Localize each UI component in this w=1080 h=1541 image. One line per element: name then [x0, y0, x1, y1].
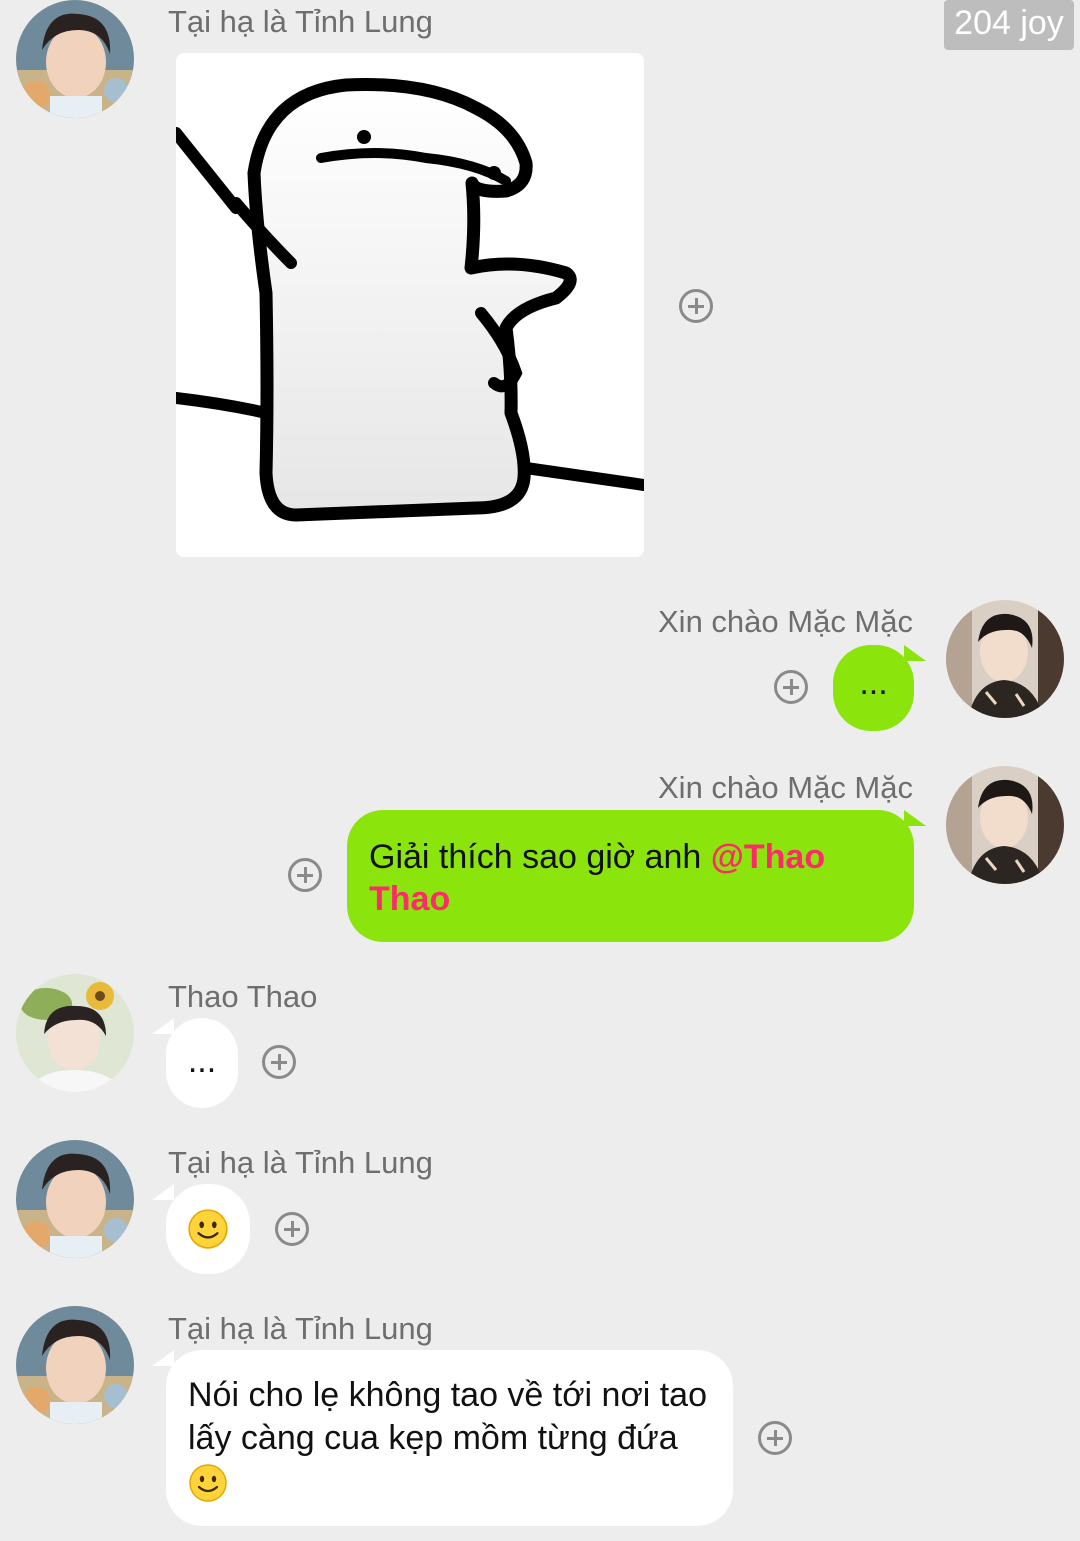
message-bubble[interactable]: Nói cho lẹ không tao về tới nơi tao lấy …	[166, 1350, 733, 1526]
sender-name: Xin chào Mặc Mặc	[658, 770, 913, 805]
smile-emoji-icon	[189, 1464, 227, 1502]
bubble-tail	[152, 1184, 174, 1200]
message-text: ...	[187, 1042, 217, 1080]
avatar-mac-mac[interactable]	[946, 766, 1064, 884]
avatar-thao-thao[interactable]	[16, 974, 134, 1092]
joy-count-badge: 204 joy	[944, 0, 1074, 50]
add-reaction-icon[interactable]	[275, 1212, 309, 1246]
add-reaction-icon[interactable]	[774, 670, 808, 704]
message-bubble[interactable]: ...	[833, 645, 914, 731]
sender-name: Tại hạ là Tỉnh Lung	[168, 1145, 433, 1180]
bubble-tail	[904, 810, 926, 826]
bubble-tail	[152, 1350, 174, 1366]
message-bubble[interactable]	[166, 1184, 250, 1274]
message-text: ...	[859, 664, 888, 702]
avatar-tinh-lung[interactable]	[16, 1306, 134, 1424]
bubble-tail	[152, 1018, 174, 1034]
sender-name: Xin chào Mặc Mặc	[658, 604, 913, 639]
add-reaction-icon[interactable]	[288, 858, 322, 892]
sticker-image[interactable]	[176, 53, 644, 557]
avatar-mac-mac[interactable]	[946, 600, 1064, 718]
add-reaction-icon[interactable]	[758, 1421, 792, 1455]
add-reaction-icon[interactable]	[262, 1045, 296, 1079]
sender-name: Tại hạ là Tỉnh Lung	[168, 4, 433, 39]
smile-emoji-icon	[188, 1209, 228, 1249]
add-reaction-icon[interactable]	[679, 289, 713, 323]
avatar-tinh-lung[interactable]	[16, 1140, 134, 1258]
avatar-tinh-lung[interactable]	[16, 0, 134, 118]
sender-name: Tại hạ là Tỉnh Lung	[168, 1311, 433, 1346]
message-bubble[interactable]: ...	[166, 1018, 238, 1108]
bubble-tail	[904, 645, 926, 661]
sender-name: Thao Thao	[168, 979, 318, 1014]
message-text: Nói cho lẹ không tao về tới nơi tao lấy …	[188, 1376, 707, 1457]
message-text: Giải thích sao giờ anh	[369, 838, 711, 876]
message-bubble[interactable]: Giải thích sao giờ anh @Thao Thao	[347, 810, 914, 942]
